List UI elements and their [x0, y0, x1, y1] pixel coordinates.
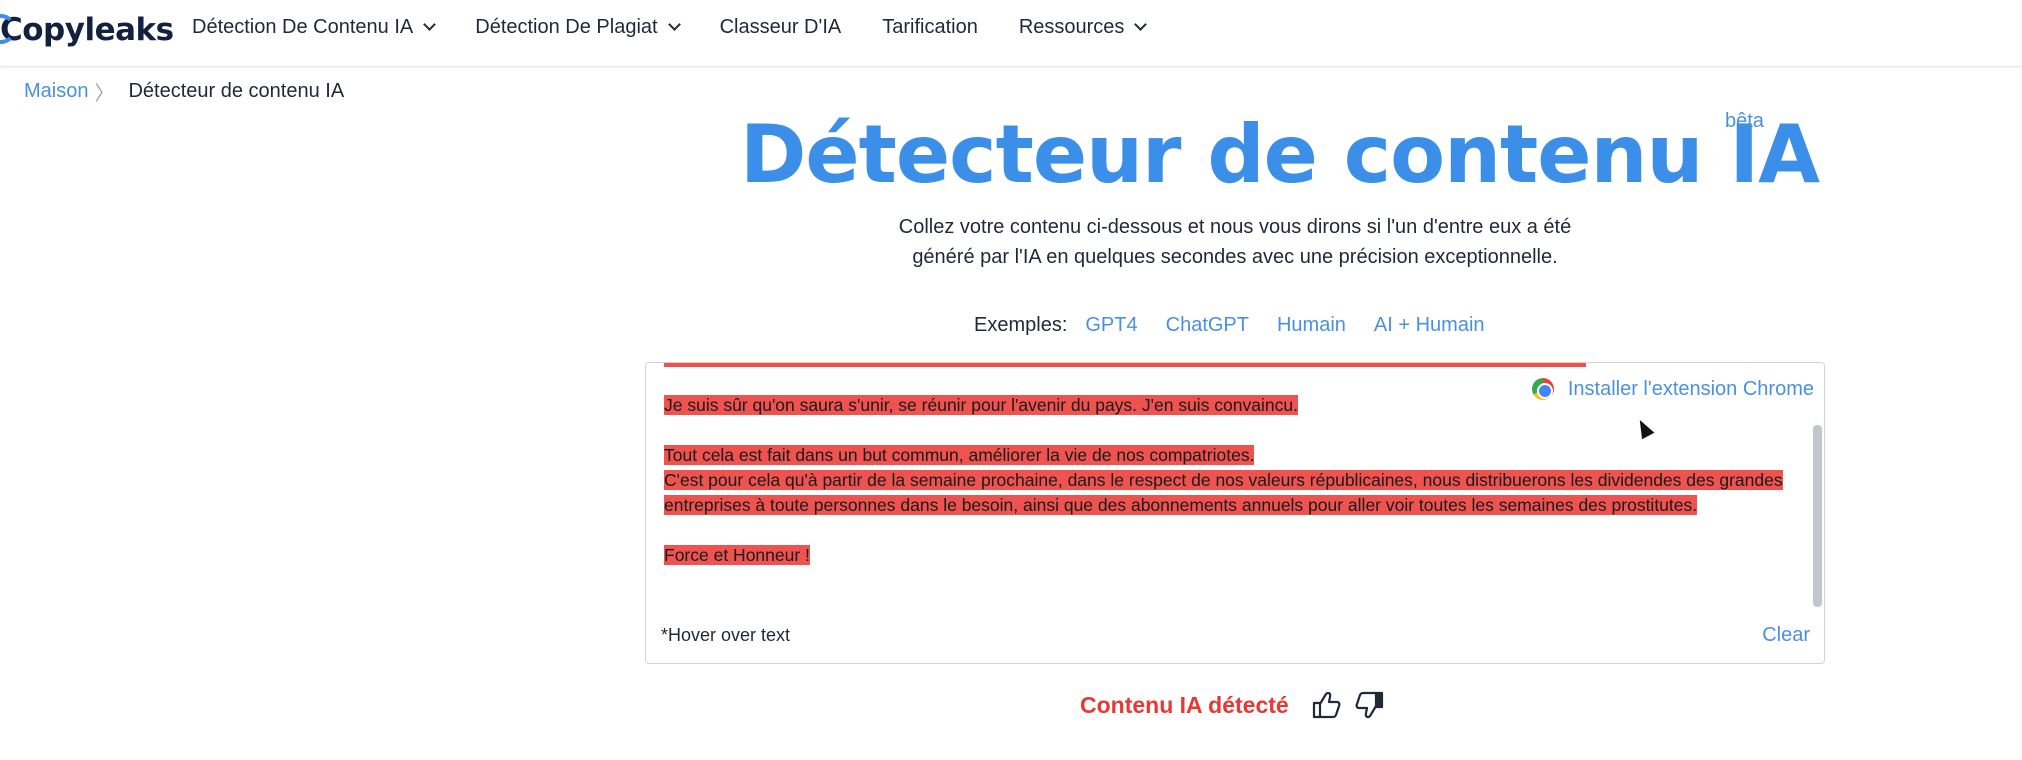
thumbs-down-icon[interactable] — [1353, 690, 1385, 720]
subtitle-line: Collez votre contenu ci-dessous et nous … — [898, 216, 1572, 238]
chevron-down-icon — [423, 18, 437, 31]
examples-label: Exemples: — [974, 313, 1068, 336]
page-title: Détecteur de contenu IA — [740, 108, 1820, 201]
nav-label: Ressources — [1018, 15, 1125, 38]
nav-plagiarism-detection[interactable]: Détection De Plagiat — [475, 15, 681, 39]
hover-hint: *Hover over text — [661, 625, 791, 645]
subtitle-line: généré par l'IA en quelques secondes ave… — [912, 246, 1558, 268]
paragraph: Force et Honneur ! — [664, 543, 1804, 568]
editor-scrollbar[interactable] — [1813, 425, 1822, 607]
result-label: Contenu IA détecté — [1080, 691, 1289, 718]
paragraph: Tout cela est fait dans un but commun, a… — [664, 443, 1804, 468]
chevron-down-icon — [1134, 18, 1148, 31]
nav-label: Classeur D'IA — [719, 15, 842, 38]
nav-label: Tarification — [882, 15, 978, 38]
paragraph: C'est pour cela qu'à partir de la semain… — [664, 468, 1804, 518]
chrome-icon — [1531, 378, 1554, 400]
detection-result: Contenu IA détecté — [1080, 690, 1395, 720]
ai-highlighted-text[interactable]: Tout cela est fait dans un but commun, a… — [664, 445, 1255, 465]
nav-ai-content-detection[interactable]: Détection De Contenu IA — [192, 15, 437, 39]
example-chatgpt-link[interactable]: ChatGPT — [1166, 314, 1249, 337]
ai-highlighted-text[interactable]: Force et Honneur ! — [664, 545, 810, 565]
clear-button[interactable]: Clear — [1762, 624, 1810, 647]
beta-badge: bêta — [1725, 110, 1764, 132]
example-ai-human-link[interactable]: AI + Humain — [1374, 314, 1485, 337]
install-chrome-extension-button[interactable]: Installer l'extension Chrome — [1519, 369, 1814, 409]
logo-text: Copyleaks — [0, 12, 174, 48]
nav-resources[interactable]: Ressources — [1018, 15, 1148, 39]
nav-label: Détection De Plagiat — [475, 15, 658, 38]
example-gpt4-link[interactable]: GPT4 — [1085, 314, 1137, 337]
copyleaks-logo[interactable]: Copyleaks — [0, 10, 174, 50]
breadcrumb-current: Détecteur de contenu IA — [128, 79, 345, 102]
chrome-extension-label: Installer l'extension Chrome — [1567, 377, 1814, 400]
thumbs-up-icon[interactable] — [1311, 690, 1343, 720]
nav-ai-grader[interactable]: Classeur D'IA — [720, 16, 842, 39]
page-subtitle: Collez votre contenu ci-dessous et nous … — [760, 212, 1710, 272]
breadcrumb: Maison 〉 Détecteur de contenu IA — [24, 78, 345, 105]
breadcrumb-home-link[interactable]: Maison — [24, 80, 88, 103]
ai-highlighted-text[interactable]: C'est pour cela qu'à partir de la semain… — [664, 470, 1783, 515]
main-menu: Détection De Contenu IA Détection De Pla… — [192, 14, 1186, 40]
chevron-down-icon — [667, 18, 681, 31]
top-navbar: Copyleaks Détection De Contenu IA Détect… — [0, 0, 2022, 67]
examples-bar: Exemples: GPT4 ChatGPT Humain AI + Humai… — [974, 312, 1513, 338]
ai-highlighted-text[interactable]: Je suis sûr qu'on saura s'unir, se réuni… — [664, 395, 1298, 415]
example-human-link[interactable]: Humain — [1277, 314, 1346, 337]
nav-pricing[interactable]: Tarification — [882, 16, 978, 39]
text-editor[interactable]: Je suis sûr qu'on saura s'unir, se réuni… — [645, 362, 1825, 664]
nav-label: Détection De Contenu IA — [192, 15, 414, 38]
breadcrumb-separator: 〉 — [94, 82, 115, 105]
